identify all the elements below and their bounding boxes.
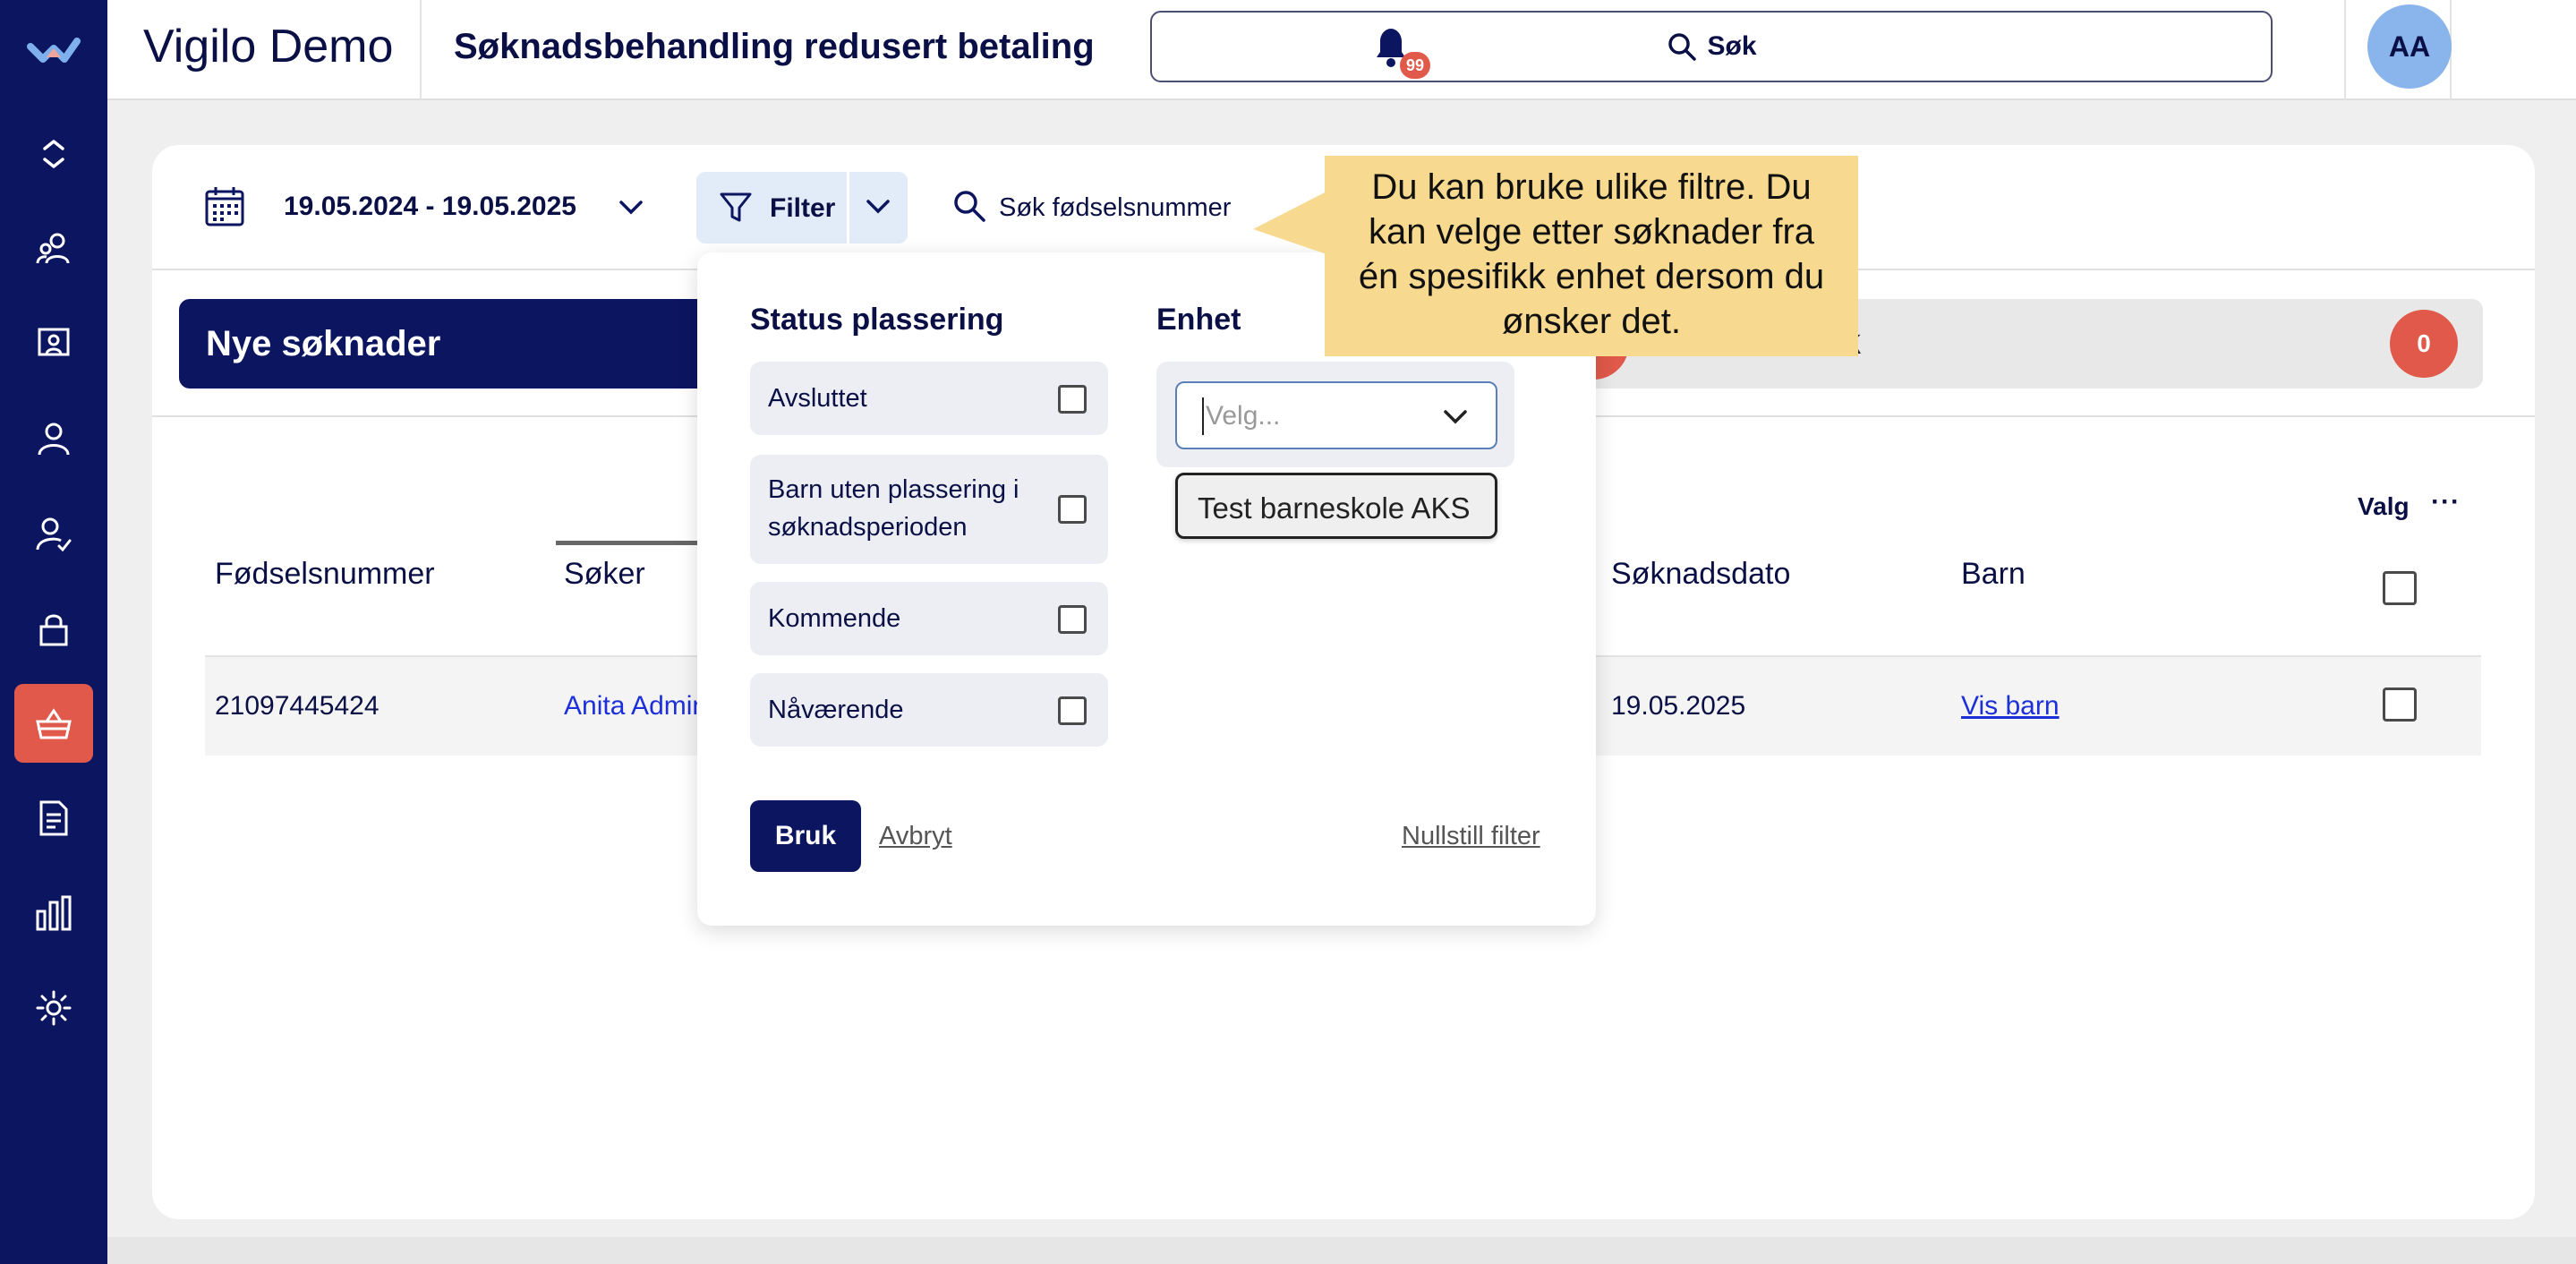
header-divider <box>2344 0 2346 100</box>
more-options-icon[interactable]: ··· <box>2431 487 2461 517</box>
unit-heading: Enhet <box>1156 303 1241 337</box>
select-all-checkbox[interactable] <box>2383 571 2417 605</box>
document-icon[interactable] <box>14 779 93 858</box>
lock-icon[interactable] <box>14 589 93 668</box>
status-option-label: Avsluttet <box>768 384 867 413</box>
notification-badge: 99 <box>1400 52 1430 79</box>
search-label: Søk <box>1707 31 1757 61</box>
status-option-label: Kommende <box>768 604 901 633</box>
expand-collapse-icon[interactable] <box>14 115 93 193</box>
row-checkbox[interactable] <box>2383 688 2417 722</box>
date-range-picker[interactable]: 19.05.2024 - 19.05.2025 <box>284 192 576 222</box>
guide-tooltip-text: Du kan bruke ulike filtre. Du kan velge … <box>1358 167 1825 341</box>
people-icon[interactable] <box>14 209 93 288</box>
person-check-icon[interactable] <box>14 494 93 573</box>
row-applicant-link[interactable]: Anita Admin <box>564 691 707 722</box>
status-option-no-placement[interactable]: Barn uten plassering i søknadsperioden <box>750 455 1108 564</box>
person-icon[interactable] <box>14 399 93 478</box>
unit-option[interactable]: Test barneskole AKS <box>1175 473 1497 539</box>
tab-new-applications-label: Nye søknader <box>206 324 441 363</box>
filter-icon <box>720 192 752 222</box>
top-header: Vigilo Demo Søknadsbehandling redusert b… <box>107 0 2576 100</box>
status-option-label: Nåværende <box>768 696 904 724</box>
unit-select[interactable]: Velg... <box>1175 381 1497 449</box>
row-date: 19.05.2025 <box>1611 691 1746 721</box>
presentation-icon[interactable] <box>14 304 93 383</box>
vigilo-logo-icon[interactable] <box>27 27 81 72</box>
filter-button[interactable]: Filter <box>696 172 908 243</box>
status-option-avsluttet[interactable]: Avsluttet <box>750 362 1108 435</box>
text-caret <box>1202 397 1204 435</box>
tab-count-badge: 0 <box>2390 310 2458 378</box>
column-header-date[interactable]: Søknadsdato <box>1611 557 1790 592</box>
app-title: Vigilo Demo <box>143 21 394 73</box>
status-checkbox[interactable] <box>1058 385 1087 414</box>
status-checkbox[interactable] <box>1058 696 1087 725</box>
chevron-down-icon[interactable] <box>863 193 893 220</box>
gear-icon[interactable] <box>14 969 93 1047</box>
status-heading: Status plassering <box>750 303 1004 337</box>
calendar-icon[interactable] <box>204 184 245 227</box>
bottom-bar <box>107 1237 2576 1264</box>
row-child-link[interactable]: Vis barn <box>1961 691 2060 722</box>
status-option-navaerende[interactable]: Nåværende <box>750 673 1108 747</box>
chevron-down-icon[interactable] <box>616 194 646 221</box>
basket-icon[interactable] <box>14 684 93 763</box>
select-label: Valg <box>2358 492 2410 520</box>
cancel-link[interactable]: Avbryt <box>879 822 952 851</box>
search-icon <box>954 191 985 222</box>
status-option-label: Barn uten plassering i søknadsperioden <box>768 475 1019 542</box>
column-header-ssn[interactable]: Fødselsnummer <box>215 557 435 592</box>
reset-filter-link[interactable]: Nullstill filter <box>1402 822 1540 851</box>
search-icon <box>1668 33 1697 61</box>
ssn-search-input[interactable]: Søk fødselsnummer <box>999 193 1231 223</box>
header-divider <box>420 0 422 100</box>
row-ssn: 21097445424 <box>215 691 380 721</box>
column-header-child[interactable]: Barn <box>1961 557 2026 592</box>
sidebar <box>0 0 107 1264</box>
column-header-applicant[interactable]: Søker <box>564 557 645 592</box>
filter-label: Filter <box>770 193 836 223</box>
bar-chart-icon[interactable] <box>14 874 93 952</box>
tooltip-pointer <box>1253 192 1326 254</box>
unit-select-placeholder: Velg... <box>1206 401 1281 431</box>
global-search-input[interactable]: Søk <box>1150 11 2273 82</box>
avatar[interactable]: AA <box>2367 4 2452 89</box>
status-option-kommende[interactable]: Kommende <box>750 582 1108 655</box>
status-checkbox[interactable] <box>1058 605 1087 634</box>
chevron-down-icon <box>1444 410 1467 424</box>
apply-button[interactable]: Bruk <box>750 800 861 872</box>
unit-option-label: Test barneskole AKS <box>1198 491 1471 525</box>
page-title: Søknadsbehandling redusert betaling <box>454 27 1095 66</box>
status-checkbox[interactable] <box>1058 495 1087 524</box>
filter-divider <box>847 172 849 243</box>
